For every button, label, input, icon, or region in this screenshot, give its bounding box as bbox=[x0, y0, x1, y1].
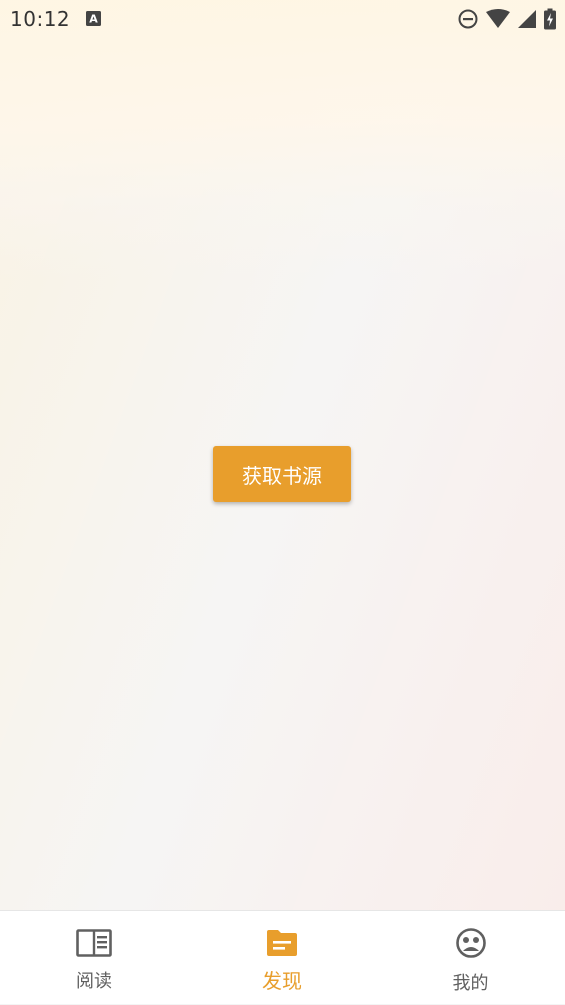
svg-text:A: A bbox=[89, 13, 98, 26]
fetch-book-source-button[interactable]: 获取书源 bbox=[213, 446, 351, 502]
nav-item-discover[interactable]: 发现 bbox=[188, 911, 376, 1005]
status-icons bbox=[457, 8, 557, 30]
nav-label-discover: 发现 bbox=[262, 969, 302, 993]
status-bar: 10:12 A bbox=[0, 0, 565, 38]
do-not-disturb-icon bbox=[458, 9, 478, 29]
app-screen: 10:12 A 获取书源 bbox=[0, 0, 565, 910]
folder-icon bbox=[267, 930, 297, 956]
nav-item-mine[interactable]: 我的 bbox=[376, 911, 565, 1005]
signal-icon bbox=[518, 10, 536, 28]
battery-charging-icon bbox=[544, 8, 556, 30]
status-time: 10:12 bbox=[10, 7, 71, 31]
nav-item-read[interactable]: 阅读 bbox=[0, 911, 188, 1005]
wifi-icon bbox=[486, 9, 510, 28]
text-a-icon: A bbox=[86, 11, 101, 26]
book-icon bbox=[76, 929, 112, 957]
bottom-navigation: 阅读 发现 我的 bbox=[0, 910, 565, 1004]
face-icon bbox=[455, 928, 486, 958]
nav-label-mine: 我的 bbox=[452, 973, 489, 994]
nav-label-read: 阅读 bbox=[76, 971, 112, 992]
